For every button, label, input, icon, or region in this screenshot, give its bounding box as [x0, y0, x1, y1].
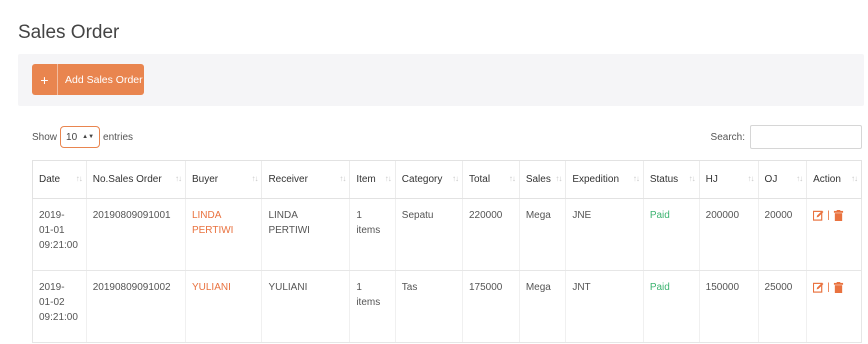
sales-order-card: Show 10 ▲▼ entries Search: Date ↑↓ No.Sal… — [18, 108, 864, 344]
cell-date: 2019- 01-02 09:21:00 — [32, 270, 87, 343]
sort-icon: ↑↓ — [851, 174, 858, 183]
cell-total: 175000 — [461, 270, 520, 343]
trash-icon[interactable] — [833, 210, 844, 221]
cell-date: 2019- 01-01 09:21:00 — [32, 198, 87, 271]
action-separator: | — [827, 282, 830, 293]
cell-total: 220000 — [461, 198, 520, 271]
sort-icon: ↑↓ — [508, 174, 516, 183]
cell-category: Sepatu — [394, 198, 463, 271]
sort-icon: ↑↓ — [796, 174, 803, 183]
table-row: 2019- 01-02 09:21:00 20190809091002 YULIAN… — [32, 270, 862, 343]
column-header-total[interactable]: Total ↑↓ — [461, 160, 520, 199]
edit-icon[interactable] — [813, 210, 824, 221]
cell-expedition: JNE — [565, 198, 644, 271]
cell-hj: 150000 — [698, 270, 759, 343]
status-badge: Paid — [642, 198, 700, 271]
column-header-category[interactable]: Category ↑↓ — [394, 160, 463, 199]
cell-order-no: 20190809091002 — [85, 270, 186, 343]
add-sales-order-button[interactable]: + Add Sales Order — [32, 64, 144, 95]
table-header-row: Date ↑↓ No.Sales Order ↑↓ Buyer ↑↓ Receiver… — [32, 160, 862, 199]
cell-receiver: LINDA PERTIWI — [261, 198, 350, 271]
cell-category: Tas — [394, 270, 463, 343]
cell-action: | — [806, 270, 862, 343]
cell-sales: Mega — [518, 198, 566, 271]
column-header-action[interactable]: Action ↑↓ — [806, 160, 862, 199]
table-row: 2019- 01-01 09:21:00 20190809091001 LINDA P… — [32, 198, 862, 271]
cell-receiver: YULIANI — [261, 270, 350, 343]
trash-icon[interactable] — [833, 282, 844, 293]
search-input[interactable] — [750, 125, 862, 149]
add-sales-order-label: Add Sales Order — [65, 73, 143, 86]
cell-hj: 200000 — [698, 198, 759, 271]
sort-icon: ↑↓ — [174, 174, 182, 183]
column-header-date[interactable]: Date ↑↓ — [32, 160, 87, 199]
cell-oj: 25000 — [757, 270, 807, 343]
cell-item: 1 items — [349, 270, 396, 343]
sort-icon: ↑↓ — [555, 174, 562, 183]
column-header-order-no[interactable]: No.Sales Order ↑↓ — [85, 160, 186, 199]
status-badge: Paid — [642, 270, 700, 343]
sort-icon: ↑↓ — [632, 174, 640, 183]
toolbar: + Add Sales Order — [18, 54, 864, 106]
entries-label: entries — [103, 131, 134, 143]
column-header-item[interactable]: Item ↑↓ — [349, 160, 396, 199]
sort-icon: ↑↓ — [339, 174, 346, 183]
sort-icon: ↑↓ — [688, 174, 696, 183]
column-header-oj[interactable]: OJ ↑↓ — [757, 160, 807, 199]
entries-length-select[interactable]: 10 ▲▼ — [60, 126, 101, 148]
column-header-buyer[interactable]: Buyer ↑↓ — [184, 160, 262, 199]
column-header-receiver[interactable]: Receiver ↑↓ — [261, 160, 350, 199]
column-header-hj[interactable]: HJ ↑↓ — [698, 160, 759, 199]
plus-icon: + — [32, 64, 58, 95]
sort-icon: ↑↓ — [384, 174, 392, 183]
sales-order-table: Date ↑↓ No.Sales Order ↑↓ Buyer ↑↓ Receiver… — [32, 160, 862, 343]
search-label: Search: — [710, 131, 745, 143]
column-header-sales[interactable]: Sales ↑↓ — [518, 160, 566, 199]
page-title: Sales Order — [18, 22, 120, 43]
column-header-status[interactable]: Status ↑↓ — [642, 160, 700, 199]
cell-action: | — [806, 198, 862, 271]
entries-length-control: Show 10 ▲▼ entries — [32, 126, 133, 148]
cell-buyer[interactable]: LINDA PERTIWI — [184, 198, 262, 271]
sort-icon: ↑↓ — [747, 174, 755, 183]
column-header-expedition[interactable]: Expedition ↑↓ — [565, 160, 644, 199]
cell-expedition: JNT — [565, 270, 644, 343]
cell-oj: 20000 — [757, 198, 807, 271]
top-bar — [0, 0, 868, 8]
chevron-down-icon: ▲▼ — [82, 134, 95, 140]
entries-length-value: 10 — [66, 131, 78, 143]
show-label: Show — [32, 131, 58, 143]
cell-buyer[interactable]: YULIANI — [184, 270, 262, 343]
sort-icon: ↑↓ — [251, 174, 258, 183]
sort-icon: ↑↓ — [451, 174, 459, 183]
search-control: Search: — [711, 125, 862, 149]
cell-item: 1 items — [349, 198, 396, 271]
cell-sales: Mega — [518, 270, 566, 343]
sort-icon: ↑↓ — [75, 174, 83, 183]
cell-order-no: 20190809091001 — [85, 198, 186, 271]
action-separator: | — [827, 210, 830, 221]
edit-icon[interactable] — [813, 282, 824, 293]
